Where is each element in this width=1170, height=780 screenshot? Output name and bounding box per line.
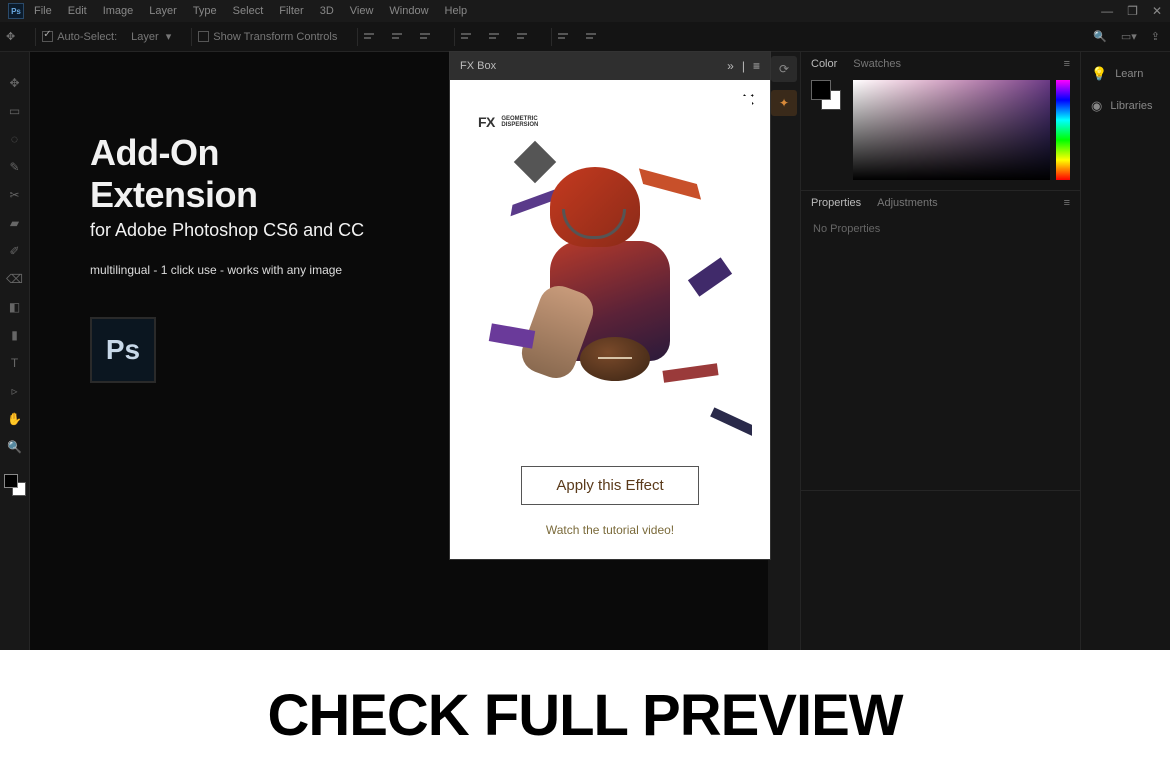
- checkbox-icon: [198, 31, 209, 42]
- window-minimize-icon[interactable]: —: [1101, 4, 1113, 18]
- workspace-switcher-icon[interactable]: ▭▾: [1121, 30, 1137, 43]
- align-left-icon[interactable]: [364, 30, 378, 44]
- canvas[interactable]: Add-On Extension for Adobe Photoshop CS6…: [30, 52, 768, 650]
- color-field[interactable]: [853, 80, 1050, 180]
- fx-box-title: FX Box: [460, 60, 496, 72]
- auto-select-checkbox[interactable]: Auto-Select:: [42, 31, 117, 43]
- align-right-icon[interactable]: [420, 30, 434, 44]
- tool-column: ✥ ▭ ◌ ✎ ✂ ▰ ✐ ⌫ ◧ ▮ T ▹ ✋ 🔍: [0, 52, 30, 650]
- history-panel-icon[interactable]: ⟳: [771, 56, 797, 82]
- menu-file[interactable]: File: [34, 5, 52, 17]
- dock-column: ⟳ ✦: [768, 52, 800, 650]
- move-tool-icon[interactable]: ✥: [6, 30, 15, 43]
- distribute-h-icon[interactable]: [558, 30, 572, 44]
- zoom-tool-icon[interactable]: 🔍: [4, 436, 26, 458]
- photoshop-badge-icon: Ps: [90, 317, 156, 383]
- fx-preview-image: FX GEOMETRICDISPERSION: [468, 96, 752, 446]
- panel-menu-icon[interactable]: ≡: [753, 59, 760, 73]
- lightbulb-icon: 💡: [1091, 66, 1107, 82]
- brush-tool-icon[interactable]: ✐: [4, 240, 26, 262]
- fx-box-panel: FX Box » | ≡ ✕ FX GEOMETRICDISPERSION: [450, 52, 770, 559]
- tutorial-link[interactable]: Watch the tutorial video!: [468, 523, 752, 537]
- eraser-tool-icon[interactable]: ⌫: [4, 268, 26, 290]
- show-transform-label: Show Transform Controls: [213, 31, 337, 43]
- right-rail: 💡 Learn ◉ Libraries: [1080, 52, 1170, 650]
- learn-panel-toggle[interactable]: 💡 Learn: [1081, 58, 1170, 90]
- fg-bg-swatches[interactable]: [4, 474, 26, 496]
- fg-swatch[interactable]: [811, 80, 831, 100]
- tab-properties[interactable]: Properties: [811, 197, 861, 209]
- foreground-color-swatch[interactable]: [4, 474, 18, 488]
- menu-layer[interactable]: Layer: [149, 5, 177, 17]
- promo-block: Add-On Extension for Adobe Photoshop CS6…: [90, 132, 368, 383]
- promo-title: Add-On Extension: [90, 132, 368, 216]
- menu-filter[interactable]: Filter: [279, 5, 303, 17]
- lasso-tool-icon[interactable]: ◌: [4, 128, 26, 150]
- move-tool-icon[interactable]: ✥: [4, 72, 26, 94]
- menu-3d[interactable]: 3D: [320, 5, 334, 17]
- checkbox-icon: [42, 31, 53, 42]
- promo-subtitle: for Adobe Photoshop CS6 and CC: [90, 220, 368, 241]
- tab-swatches[interactable]: Swatches: [853, 58, 901, 70]
- align-center-h-icon[interactable]: [392, 30, 406, 44]
- properties-body: No Properties: [801, 213, 1080, 295]
- tab-adjustments[interactable]: Adjustments: [877, 197, 938, 209]
- marquee-tool-icon[interactable]: ▭: [4, 100, 26, 122]
- menu-image[interactable]: Image: [103, 5, 134, 17]
- collapse-icon[interactable]: »: [727, 59, 734, 73]
- banner-text: CHECK FULL PREVIEW: [267, 682, 902, 749]
- color-picker[interactable]: [811, 80, 1070, 180]
- align-center-v-icon[interactable]: [489, 30, 503, 44]
- promo-tagline: multilingual - 1 click use - works with …: [90, 263, 368, 277]
- align-top-icon[interactable]: [461, 30, 475, 44]
- apply-effect-button[interactable]: Apply this Effect: [521, 466, 698, 505]
- cloud-icon: ◉: [1091, 98, 1102, 114]
- fx-panel-icon[interactable]: ✦: [771, 90, 797, 116]
- options-bar: ✥ Auto-Select: Layer ▾ Show Transform Co…: [0, 22, 1170, 52]
- share-icon[interactable]: ⇪: [1151, 30, 1160, 43]
- panel-menu-icon[interactable]: ≡: [1064, 58, 1070, 70]
- menu-edit[interactable]: Edit: [68, 5, 87, 17]
- show-transform-checkbox[interactable]: Show Transform Controls: [198, 31, 337, 43]
- panel-menu-icon[interactable]: ≡: [1064, 197, 1070, 209]
- search-icon[interactable]: 🔍: [1093, 30, 1107, 43]
- path-tool-icon[interactable]: ▹: [4, 380, 26, 402]
- tab-color[interactable]: Color: [811, 58, 837, 70]
- eyedropper-tool-icon[interactable]: ▰: [4, 212, 26, 234]
- gradient-tool-icon[interactable]: ◧: [4, 296, 26, 318]
- menu-window[interactable]: Window: [389, 5, 428, 17]
- app-logo: Ps: [8, 3, 24, 19]
- window-restore-icon[interactable]: ❐: [1127, 4, 1138, 18]
- auto-select-target-dropdown[interactable]: Layer ▾: [131, 30, 171, 43]
- type-tool-icon[interactable]: T: [4, 352, 26, 374]
- menubar: Ps File Edit Image Layer Type Select Fil…: [0, 0, 1170, 22]
- distribute-v-icon[interactable]: [586, 30, 600, 44]
- preview-banner: CHECK FULL PREVIEW: [0, 650, 1170, 780]
- menu-help[interactable]: Help: [445, 5, 468, 17]
- auto-select-label: Auto-Select:: [57, 31, 117, 43]
- hue-slider[interactable]: [1056, 80, 1070, 180]
- menu-view[interactable]: View: [350, 5, 374, 17]
- panels-column: Color Swatches ≡ Properties Adjustments …: [800, 52, 1080, 650]
- fx-brand: FX GEOMETRICDISPERSION: [478, 114, 538, 132]
- dodge-tool-icon[interactable]: ▮: [4, 324, 26, 346]
- fx-box-header[interactable]: FX Box » | ≡: [450, 52, 770, 80]
- align-bottom-icon[interactable]: [517, 30, 531, 44]
- menu-select[interactable]: Select: [233, 5, 264, 17]
- divider: |: [742, 59, 745, 73]
- menu-type[interactable]: Type: [193, 5, 217, 17]
- hand-tool-icon[interactable]: ✋: [4, 408, 26, 430]
- crop-tool-icon[interactable]: ✂: [4, 184, 26, 206]
- libraries-panel-toggle[interactable]: ◉ Libraries: [1081, 90, 1170, 122]
- wand-tool-icon[interactable]: ✎: [4, 156, 26, 178]
- window-close-icon[interactable]: ✕: [1152, 4, 1162, 18]
